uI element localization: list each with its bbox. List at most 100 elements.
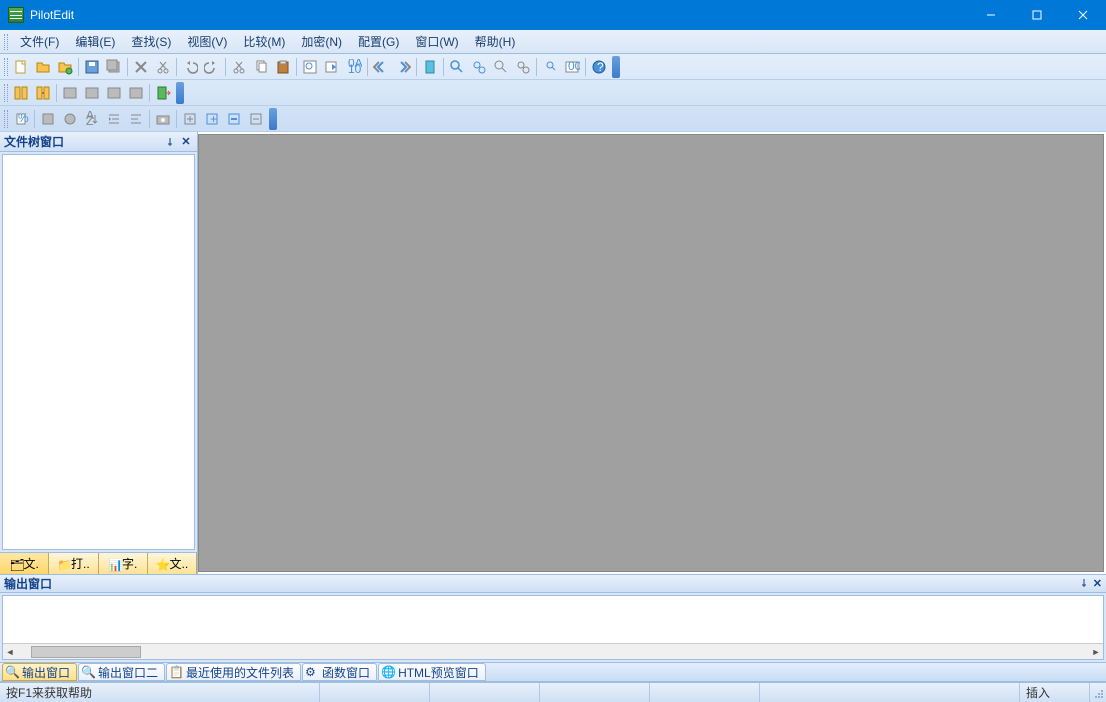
copy-line-button[interactable] <box>37 108 59 130</box>
menu-config[interactable]: 配置(G) <box>350 30 407 53</box>
star-icon: ⭐ <box>156 558 168 570</box>
menu-find[interactable]: 查找(S) <box>123 30 179 53</box>
expand-all-button[interactable]: + <box>201 108 223 130</box>
left-tab-open[interactable]: 📁打.. <box>49 553 98 574</box>
compare-files-button[interactable] <box>10 82 32 104</box>
pin-icon[interactable] <box>163 135 177 149</box>
sort-button[interactable]: 0A10 <box>343 56 365 78</box>
copy-button[interactable] <box>250 56 272 78</box>
file-tree-header: 文件树窗口 ✕ <box>0 132 197 152</box>
paste-button[interactable] <box>272 56 294 78</box>
search-folder-button[interactable] <box>490 56 512 78</box>
tab-functions[interactable]: ⚙函数窗口 <box>302 663 377 681</box>
collapse-button[interactable] <box>245 108 267 130</box>
folder-icon: 📁 <box>57 558 69 570</box>
status-cell-1 <box>320 683 430 702</box>
toolbar-1: 0A10 00 ? <box>0 54 1106 80</box>
save-all-button[interactable] <box>103 56 125 78</box>
grip-icon <box>4 110 8 128</box>
collapse-all-button[interactable] <box>223 108 245 130</box>
toolbar-end-icon <box>176 82 184 104</box>
tab-html-preview[interactable]: 🌐HTML预览窗口 <box>378 663 486 681</box>
close-icon[interactable]: ✕ <box>179 135 193 149</box>
scroll-left-icon[interactable]: ◄ <box>3 645 17 659</box>
horizontal-scrollbar[interactable]: ◄ ► <box>3 643 1103 659</box>
menu-file[interactable]: 文件(F) <box>12 30 67 53</box>
merge-left-button[interactable] <box>59 82 81 104</box>
file-tree-body[interactable] <box>2 154 195 550</box>
left-tab-fav[interactable]: ⭐文.. <box>148 553 197 574</box>
script-button[interactable]: % <box>10 108 32 130</box>
output-body[interactable]: ◄ ► <box>2 595 1104 660</box>
goto-button[interactable] <box>321 56 343 78</box>
output-panel: 输出窗口 ✕ ◄ ► <box>0 574 1106 662</box>
menu-help[interactable]: 帮助(H) <box>467 30 524 53</box>
undo-button[interactable] <box>179 56 201 78</box>
close-icon[interactable]: ✕ <box>1093 577 1102 590</box>
menu-edit[interactable]: 编辑(E) <box>67 30 123 53</box>
grip-icon <box>4 84 8 102</box>
menu-view[interactable]: 视图(V) <box>179 30 235 53</box>
left-tab-file[interactable]: 🗂文. <box>0 553 49 574</box>
regex-button[interactable] <box>539 56 561 78</box>
search-files-button[interactable] <box>446 56 468 78</box>
maximize-button[interactable] <box>1014 0 1060 30</box>
compare-folders-button[interactable] <box>32 82 54 104</box>
toolbar-end-icon <box>269 108 277 130</box>
open-folder-button[interactable] <box>54 56 76 78</box>
cut2-button[interactable] <box>228 56 250 78</box>
main-area: 文件树窗口 ✕ 🗂文. 📁打.. 📊字. ⭐文.. <box>0 132 1106 574</box>
expand-button[interactable] <box>179 108 201 130</box>
statusbar: 按F1来获取帮助 插入 <box>0 682 1106 702</box>
merge-right-button[interactable] <box>81 82 103 104</box>
scroll-thumb[interactable] <box>31 646 141 658</box>
menu-window[interactable]: 窗口(W) <box>407 30 466 53</box>
replace-files-button[interactable] <box>468 56 490 78</box>
function-icon: ⚙ <box>305 665 319 679</box>
snapshot-button[interactable] <box>152 108 174 130</box>
left-tab-font[interactable]: 📊字. <box>99 553 148 574</box>
app-icon <box>8 7 24 23</box>
tab-recent[interactable]: 📋最近使用的文件列表 <box>166 663 301 681</box>
next-diff-button[interactable] <box>103 82 125 104</box>
find-button[interactable] <box>299 56 321 78</box>
bookmark-button[interactable] <box>419 56 441 78</box>
resize-grip-icon[interactable] <box>1090 685 1106 701</box>
minimize-button[interactable] <box>968 0 1014 30</box>
prev-button[interactable] <box>370 56 392 78</box>
editor-area[interactable] <box>198 134 1104 572</box>
menu-compare[interactable]: 比较(M) <box>235 30 293 53</box>
help-button[interactable]: ? <box>588 56 610 78</box>
file-tree-panel: 文件树窗口 ✕ 🗂文. 📁打.. 📊字. ⭐文.. <box>0 132 198 574</box>
sort-az-button[interactable]: AZ <box>81 108 103 130</box>
redo-button[interactable] <box>201 56 223 78</box>
replace-folder-button[interactable] <box>512 56 534 78</box>
status-cell-2 <box>430 683 540 702</box>
svg-text:?: ? <box>597 60 604 74</box>
tab-output2[interactable]: 🔍输出窗口二 <box>78 663 165 681</box>
output-icon: 🔍 <box>81 665 95 679</box>
indent-button[interactable] <box>103 108 125 130</box>
titlebar: PilotEdit <box>0 0 1106 30</box>
delete-button[interactable] <box>130 56 152 78</box>
close-button[interactable] <box>1060 0 1106 30</box>
pin-icon[interactable] <box>1079 577 1089 591</box>
outdent-button[interactable] <box>125 108 147 130</box>
bottom-tabs: 🔍输出窗口 🔍输出窗口二 📋最近使用的文件列表 ⚙函数窗口 🌐HTML预览窗口 <box>0 662 1106 682</box>
save-button[interactable] <box>81 56 103 78</box>
prev-diff-button[interactable] <box>125 82 147 104</box>
scroll-right-icon[interactable]: ► <box>1089 645 1103 659</box>
exit-compare-button[interactable] <box>152 82 174 104</box>
hex-button[interactable]: 00 <box>561 56 583 78</box>
next-button[interactable] <box>392 56 414 78</box>
encoding-button[interactable] <box>59 108 81 130</box>
menu-encrypt[interactable]: 加密(N) <box>293 30 350 53</box>
tab-output[interactable]: 🔍输出窗口 <box>2 663 77 681</box>
tree-icon: 🗂 <box>9 558 21 570</box>
open-file-button[interactable] <box>32 56 54 78</box>
new-file-button[interactable] <box>10 56 32 78</box>
html-icon: 🌐 <box>381 665 395 679</box>
cut-button[interactable] <box>152 56 174 78</box>
toolbar-end-icon <box>612 56 620 78</box>
status-mode: 插入 <box>1020 683 1090 702</box>
